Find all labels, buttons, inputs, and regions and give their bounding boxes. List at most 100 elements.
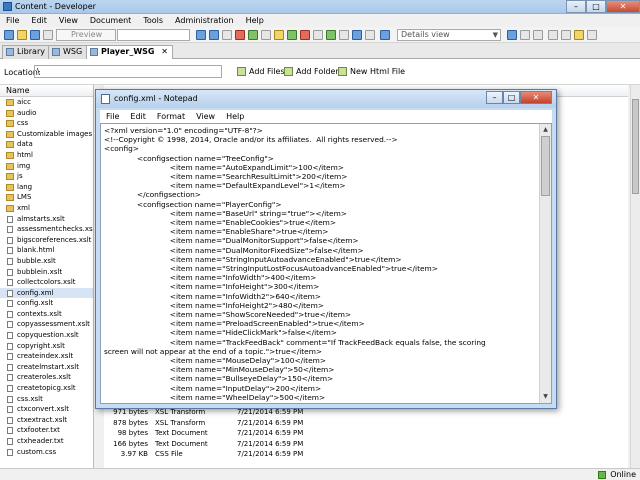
menu-tools[interactable]: Tools [143, 14, 163, 27]
check-out-icon[interactable] [300, 30, 310, 40]
notepad-close-button[interactable]: ✕ [520, 91, 552, 104]
tab-library[interactable]: Library [2, 45, 50, 59]
notepad-scrollbar-thumb[interactable] [541, 136, 550, 196]
close-button[interactable]: ✕ [606, 0, 640, 13]
table-row[interactable]: 98 bytes Text Document 7/21/2014 6:59 PM [104, 428, 624, 439]
tab-wsg[interactable]: WSG [48, 45, 88, 59]
tree-file-item[interactable]: createtopicg.xslt [0, 383, 93, 394]
layout-5-icon[interactable] [561, 30, 571, 40]
filter-icon[interactable] [339, 30, 349, 40]
notepad-scrollbar[interactable]: ▲ ▼ [539, 124, 551, 403]
layout-7-icon[interactable] [587, 30, 597, 40]
tree-folder-item[interactable]: css [0, 118, 93, 129]
notepad-menu-help[interactable]: Help [226, 110, 244, 123]
tree-file-item[interactable]: copyright.xslt [0, 341, 93, 352]
tree-file-item[interactable]: custom.css [0, 447, 93, 458]
history-icon[interactable] [313, 30, 323, 40]
tree-folder-item[interactable]: js [0, 171, 93, 182]
maximize-button[interactable]: □ [586, 0, 606, 13]
view-options-icon[interactable] [380, 30, 390, 40]
tree-folder-item[interactable]: aicc [0, 97, 93, 108]
notepad-minimize-button[interactable]: – [486, 91, 503, 104]
tree-file-item[interactable]: config.xml [0, 287, 93, 299]
import-icon[interactable] [365, 30, 375, 40]
name-column-header[interactable]: Name [0, 85, 93, 97]
check-in-icon[interactable] [287, 30, 297, 40]
tree-file-item[interactable]: collectcolors.xslt [0, 277, 93, 288]
save-icon[interactable] [30, 30, 40, 40]
tree-file-item[interactable]: createroles.xslt [0, 372, 93, 383]
add-files-button[interactable]: Add Files [237, 66, 285, 78]
tree-file-item[interactable]: ctxconvert.xslt [0, 404, 93, 415]
open-icon[interactable] [17, 30, 27, 40]
tree-file-item[interactable]: bigscoreferences.xslt [0, 235, 93, 246]
refresh-icon[interactable] [248, 30, 258, 40]
tree-file-item[interactable]: blank.html [0, 245, 93, 256]
add-folder-button[interactable]: Add Folder [284, 66, 339, 78]
print-icon[interactable] [43, 30, 53, 40]
table-row[interactable]: 3.97 KB CSS File 7/21/2014 6:59 PM [104, 449, 624, 460]
find-icon[interactable] [261, 30, 271, 40]
menu-administration[interactable]: Administration [175, 14, 234, 27]
tree-file-item[interactable]: createindex.xslt [0, 351, 93, 362]
tree-folder-item[interactable]: html [0, 150, 93, 161]
tree-file-item[interactable]: css.xslt [0, 394, 93, 405]
tree-folder-item[interactable]: data [0, 139, 93, 150]
notepad-title-bar[interactable]: config.xml - Notepad – □ ✕ [96, 90, 556, 108]
export-icon[interactable] [352, 30, 362, 40]
notepad-maximize-button[interactable]: □ [503, 91, 520, 104]
tree-file-item[interactable]: config.xslt [0, 298, 93, 309]
tree-folder-item[interactable]: img [0, 161, 93, 172]
properties-icon[interactable] [274, 30, 284, 40]
notepad-menu-view[interactable]: View [196, 110, 215, 123]
scrollbar-thumb[interactable] [632, 99, 639, 194]
minimize-button[interactable]: – [566, 0, 586, 13]
tree-folder-item[interactable]: lang [0, 182, 93, 193]
tree-file-item[interactable]: almstarts.xslt [0, 214, 93, 225]
notepad-menu-file[interactable]: File [106, 110, 119, 123]
notepad-text-area[interactable]: <?xml version="1.0" encoding="UTF-8"?> <!… [100, 123, 552, 404]
tree-file-item[interactable]: ctxfooter.txt [0, 425, 93, 436]
copy-icon[interactable] [222, 30, 232, 40]
layout-6-icon[interactable] [574, 30, 584, 40]
layout-1-icon[interactable] [507, 30, 517, 40]
tree-folder-item[interactable]: LMS [0, 192, 93, 203]
scroll-down-icon[interactable]: ▼ [541, 392, 550, 402]
location-input[interactable]: \ [34, 65, 222, 78]
tree-folder-item[interactable]: xml [0, 203, 93, 214]
cut-icon[interactable] [209, 30, 219, 40]
delete-icon[interactable] [235, 30, 245, 40]
scroll-up-icon[interactable]: ▲ [541, 125, 550, 135]
tree-file-item[interactable]: assessmentchecks.xslt [0, 224, 93, 235]
layout-3-icon[interactable] [533, 30, 543, 40]
tree-file-item[interactable]: contexts.xslt [0, 309, 93, 320]
tree-file-item[interactable]: bubblein.xslt [0, 267, 93, 278]
preview-button[interactable]: Preview [56, 29, 116, 41]
notepad-menu-edit[interactable]: Edit [130, 110, 146, 123]
tree-file-item[interactable]: createlmstart.xslt [0, 362, 93, 373]
preview-dropdown[interactable] [117, 29, 190, 41]
table-row[interactable]: 166 bytes Text Document 7/21/2014 6:59 PM [104, 439, 624, 450]
menu-edit[interactable]: Edit [31, 14, 47, 27]
tree-file-item[interactable]: copyquestion.xslt [0, 330, 93, 341]
menu-file[interactable]: File [6, 14, 19, 27]
table-row[interactable]: 878 bytes XSL Transform 7/21/2014 6:59 PM [104, 418, 624, 429]
tree-file-item[interactable]: ctxextract.xslt [0, 415, 93, 426]
tree-folder-item[interactable]: Customizable images [0, 129, 93, 140]
menu-view[interactable]: View [59, 14, 78, 27]
tree-file-item[interactable]: ctxheader.txt [0, 436, 93, 447]
tree-file-item[interactable]: copyassessment.xslt [0, 319, 93, 330]
publish-icon[interactable] [326, 30, 336, 40]
view-select[interactable]: Details view ▼ [397, 29, 501, 41]
link-icon[interactable] [196, 30, 206, 40]
layout-2-icon[interactable] [520, 30, 530, 40]
tree-file-item[interactable]: bubble.xslt [0, 256, 93, 267]
tab-close-icon[interactable]: ✕ [161, 47, 168, 56]
new-document-icon[interactable] [4, 30, 14, 40]
tree-folder-item[interactable]: audio [0, 108, 93, 119]
notepad-menu-format[interactable]: Format [157, 110, 185, 123]
layout-4-icon[interactable] [548, 30, 558, 40]
file-list-scrollbar[interactable] [630, 85, 640, 468]
menu-help[interactable]: Help [246, 14, 264, 27]
tab-player-wsg[interactable]: Player_WSG ✕ [86, 45, 173, 60]
